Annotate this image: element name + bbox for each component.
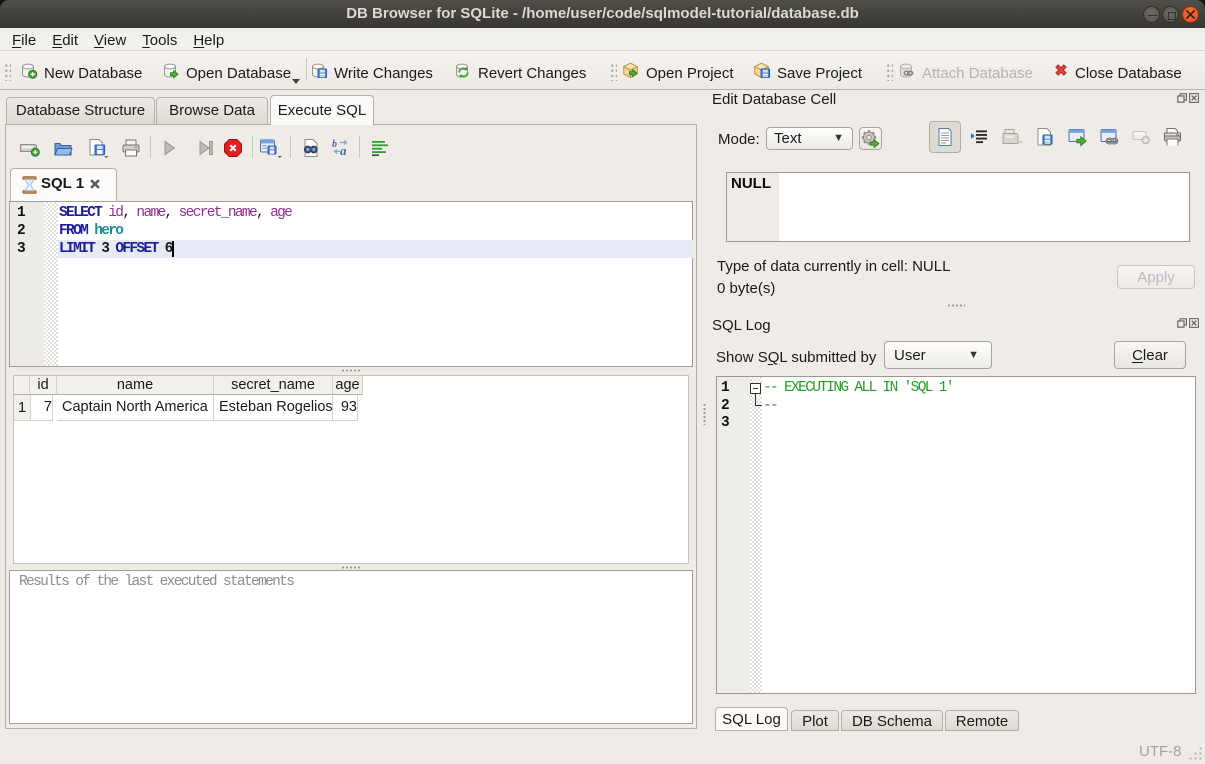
svg-text:b: b (332, 139, 337, 150)
svg-text:a: a (340, 143, 347, 158)
